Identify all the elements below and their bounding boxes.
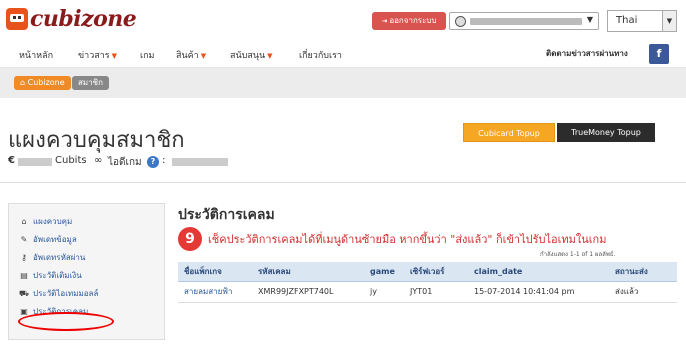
nav-item-about[interactable]: เกี่ยวกับเรา [299, 48, 342, 62]
dropdown-arrow-icon: ▼ [200, 52, 207, 60]
language-select[interactable]: Thai ▼ [607, 10, 677, 32]
column-header-status[interactable]: สถานะส่ง [609, 262, 677, 282]
sidebar-item-label: ประวัติเติมเงิน [33, 271, 82, 280]
column-header-server[interactable]: เซิร์ฟเวอร์ [404, 262, 468, 282]
cubicard-topup-button[interactable]: Cubicard Topup [463, 123, 555, 142]
sidebar-item-label: อัพเดทข้อมูล [33, 235, 77, 244]
help-icon[interactable]: ? [147, 156, 159, 168]
language-value: Thai [616, 15, 638, 26]
chevron-down-icon: ▼ [662, 11, 676, 31]
currency-symbol: € [8, 155, 15, 166]
cubizone-logo[interactable]: cubizone [6, 6, 137, 32]
package-name-link[interactable]: สายลมสายฟ้า [178, 281, 252, 303]
column-header-claim-date[interactable]: claim_date [468, 262, 609, 282]
nav-item-home[interactable]: หน้าหลัก [19, 48, 53, 62]
top-bar: cubizone ⇥ ออกจากระบบ ▼ Thai ▼ [0, 0, 686, 40]
pencil-icon: ✎ [20, 235, 28, 244]
breadcrumb-current: สมาชิก [72, 76, 109, 90]
column-header-game[interactable]: game [364, 262, 404, 282]
page-title: แผงควบคุมสมาชิก [8, 128, 185, 153]
table-header-row: ชื่อแพ็กเกจ รหัสเคลม game เซิร์ฟเวอร์ cl… [178, 262, 677, 282]
chevron-down-icon: ▼ [586, 15, 593, 24]
logout-icon: ⇥ [381, 17, 388, 25]
nav-item-games[interactable]: เกม [140, 48, 154, 62]
sidebar-item-update-password[interactable]: ⚷ อัพเดทรหัสผ่าน [9, 249, 164, 267]
status-cell: ส่งแล้ว [609, 281, 677, 303]
logout-label: ออกจากระบบ [389, 16, 437, 25]
truemoney-topup-button[interactable]: TrueMoney Topup [557, 123, 655, 142]
cubits-label: Cubits [55, 155, 87, 166]
nav-label: ข่าวสาร [78, 51, 110, 61]
sidebar-item-dashboard[interactable]: ⌂ แผงควบคุม [9, 213, 164, 231]
follow-label: ติดตามข่าวสารผ่านทาง [546, 49, 628, 58]
nav-item-support[interactable]: สนับสนุน ▼ [230, 48, 273, 62]
breadcrumb-home[interactable]: ⌂ Cubizone [14, 76, 71, 90]
column-header-package[interactable]: ชื่อแพ็กเกจ [178, 262, 252, 282]
gamepad-icon: ∞ [94, 155, 103, 166]
nav-label: สนับสนุน [230, 51, 266, 61]
home-icon: ⌂ [21, 217, 27, 226]
nav-item-products[interactable]: สินค้า ▼ [176, 48, 206, 62]
masked-cubits-value [18, 158, 52, 166]
nav-label: หน้าหลัก [19, 51, 54, 61]
instruction-note: เช็คประวัติการเคลมได้ที่เมนูด้านซ้ายมือ … [208, 233, 607, 246]
nav-label: เกี่ยวกับเรา [299, 51, 342, 61]
sidebar-item-update-profile[interactable]: ✎ อัพเดทข้อมูล [9, 231, 164, 249]
breadcrumb-label: Cubizone [27, 78, 65, 87]
nav-label: สินค้า [176, 51, 199, 61]
claim-history-table: ชื่อแพ็กเกจ รหัสเคลม game เซิร์ฟเวอร์ cl… [178, 262, 677, 303]
server-cell: JYT01 [404, 281, 468, 303]
nav-item-news[interactable]: ข่าวสาร ▼ [78, 48, 117, 62]
section-title: ประวัติการเคลม [178, 207, 275, 223]
facebook-icon[interactable]: f [649, 44, 669, 64]
dropdown-arrow-icon: ▼ [111, 52, 118, 60]
game-id-label: ไอดีเกม [108, 157, 142, 168]
sidebar-item-topup-history[interactable]: ▤ ประวัติเติมเงิน [9, 267, 164, 285]
cart-icon: ⛟ [19, 289, 30, 298]
user-avatar-icon [455, 16, 466, 27]
sidebar-item-label: แผงควบคุม [33, 217, 73, 226]
home-icon: ⌂ [20, 78, 28, 87]
logo-text: cubizone [30, 6, 137, 32]
annotation-circle [18, 312, 114, 331]
table-row: สายลมสายฟ้า XMR99JZFXPT740L jy JYT01 15-… [178, 281, 677, 303]
dropdown-arrow-icon: ▼ [267, 52, 273, 60]
document-icon: ▤ [20, 271, 28, 280]
key-icon: ⚷ [21, 253, 27, 262]
main-nav: หน้าหลัก ข่าวสาร ▼ เกม สินค้า ▼ สนับสนุน ▼ … [0, 40, 686, 68]
user-account-dropdown[interactable]: ▼ [449, 12, 599, 30]
masked-username [470, 18, 582, 25]
claim-code-cell: XMR99JZFXPT740L [252, 281, 364, 303]
nav-label: เกม [140, 51, 155, 61]
claim-date-cell: 15-07-2014 10:41:04 pm [468, 281, 609, 303]
results-summary: กำลังแสดง 1-1 of 1 ผลลัพธ์. [540, 251, 616, 258]
sidebar-item-itemmall-history[interactable]: ⛟ ประวัติไอเทมมอลล์ [9, 285, 164, 303]
step-badge: 9 [178, 227, 202, 251]
robot-logo-icon [6, 8, 28, 30]
sidebar-item-label: อัพเดทรหัสผ่าน [33, 253, 86, 262]
column-header-claim-code[interactable]: รหัสเคลม [252, 262, 364, 282]
sidebar-item-label: ประวัติไอเทมมอลล์ [33, 289, 99, 298]
game-cell: jy [364, 281, 404, 303]
masked-game-id [172, 158, 228, 166]
divider [0, 182, 686, 183]
breadcrumb: ⌂ Cubizone สมาชิก [0, 68, 686, 98]
logout-button[interactable]: ⇥ ออกจากระบบ [372, 12, 446, 30]
colon: : [162, 155, 166, 166]
